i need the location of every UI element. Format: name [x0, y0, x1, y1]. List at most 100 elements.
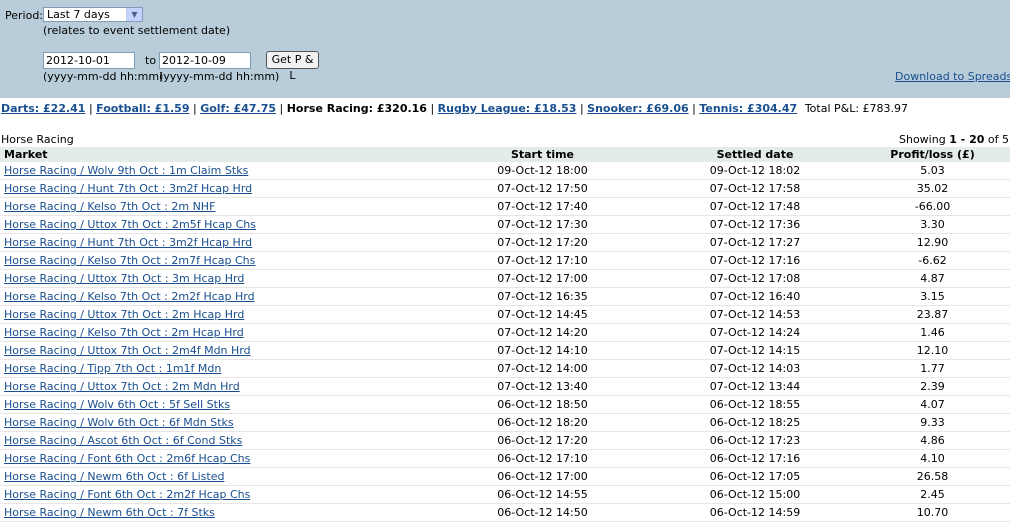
market-link[interactable]: Horse Racing / Uttox 7th Oct : 3m Hcap H… — [4, 272, 244, 285]
cell-start-time: 06-Oct-12 14:55 — [430, 485, 655, 504]
cell-settled-date: 06-Oct-12 15:00 — [655, 485, 855, 504]
sport-link-snooker[interactable]: Snooker: £69.06 — [587, 102, 688, 115]
market-link[interactable]: Horse Racing / Kelso 7th Oct : 2m Hcap H… — [4, 326, 244, 339]
market-link[interactable]: Horse Racing / Ascot 6th Oct : 6f Cond S… — [4, 434, 242, 447]
market-link[interactable]: Horse Racing / Tipp 7th Oct : 1m1f Mdn — [4, 362, 221, 375]
sport-link-football[interactable]: Football: £1.59 — [96, 102, 189, 115]
market-link[interactable]: Horse Racing / Font 6th Oct : 2m6f Hcap … — [4, 452, 250, 465]
from-date-input[interactable]: 2012-10-01 23:00 — [43, 52, 135, 69]
filter-panel: Period: Last 7 days ▼ (relates to event … — [0, 0, 1010, 98]
sport-link-rugby-league[interactable]: Rugby League: £18.53 — [438, 102, 577, 115]
from-date-hint: (yyyy-mm-dd hh:mm) — [43, 70, 164, 83]
to-date-hint: (yyyy-mm-dd hh:mm) — [159, 70, 280, 83]
cell-profit-loss: 12.10 — [855, 341, 1010, 360]
cell-settled-date: 07-Oct-12 17:27 — [655, 233, 855, 252]
cell-start-time: 07-Oct-12 14:20 — [430, 323, 655, 342]
market-link[interactable]: Horse Racing / Kelso 7th Oct : 2m2f Hcap… — [4, 290, 255, 303]
period-select[interactable]: Last 7 days ▼ — [43, 7, 143, 22]
market-link[interactable]: Horse Racing / Kelso 7th Oct : 2m7f Hcap… — [4, 254, 255, 267]
cell-profit-loss: 5.03 — [855, 162, 1010, 180]
to-date-input[interactable]: 2012-10-09 18:23 — [159, 52, 251, 69]
cell-start-time: 07-Oct-12 17:50 — [430, 179, 655, 198]
period-note: (relates to event settlement date) — [43, 24, 231, 37]
market-link[interactable]: Horse Racing / Font 6th Oct : 2m2f Hcap … — [4, 488, 250, 501]
cell-settled-date: 06-Oct-12 14:59 — [655, 503, 855, 522]
cell-market-link: Horse Racing / Newm 6th Oct : 7f Stks — [0, 503, 430, 522]
market-link[interactable]: Horse Racing / Uttox 7th Oct : 2m Mdn Hr… — [4, 380, 240, 393]
cell-profit-loss: 35.02 — [855, 179, 1010, 198]
column-header-settled-date[interactable]: Settled date — [655, 147, 855, 162]
cell-start-time: 09-Oct-12 18:00 — [430, 162, 655, 180]
cell-market-link: Horse Racing / Uttox 7th Oct : 2m Hcap H… — [0, 305, 430, 324]
cell-profit-loss: -6.62 — [855, 251, 1010, 270]
cell-start-time: 07-Oct-12 17:10 — [430, 251, 655, 270]
market-link[interactable]: Horse Racing / Hunt 7th Oct : 3m2f Hcap … — [4, 182, 252, 195]
cell-start-time: 07-Oct-12 17:30 — [430, 215, 655, 234]
cell-market-link: Horse Racing / Kelso 7th Oct : 2m2f Hcap… — [0, 287, 430, 306]
download-spreadsheet-link[interactable]: Download to Spreadshe — [895, 70, 1010, 83]
market-link[interactable]: Horse Racing / Newm 6th Oct : 6f Listed — [4, 470, 224, 483]
sport-link-darts[interactable]: Darts: £22.41 — [1, 102, 85, 115]
cell-market-link: Horse Racing / Ascot 6th Oct : 6f Cond S… — [0, 431, 430, 450]
cell-start-time: 06-Oct-12 18:20 — [430, 413, 655, 432]
table-row: Horse Racing / Font 6th Oct : 2m6f Hcap … — [0, 449, 1010, 468]
chevron-down-icon[interactable]: ▼ — [126, 8, 142, 21]
cell-start-time: 06-Oct-12 17:00 — [430, 467, 655, 486]
showing-range: 1 - 20 — [949, 133, 985, 146]
market-link[interactable]: Horse Racing / Wolv 6th Oct : 5f Sell St… — [4, 398, 230, 411]
cell-market-link: Horse Racing / Newm 6th Oct : 6f Listed — [0, 467, 430, 486]
cell-profit-loss: 23.87 — [855, 305, 1010, 324]
cell-settled-date: 07-Oct-12 17:36 — [655, 215, 855, 234]
column-header-profit-loss[interactable]: Profit/loss (£) — [855, 147, 1010, 162]
cell-market-link: Horse Racing / Uttox 7th Oct : 2m4f Mdn … — [0, 341, 430, 360]
cell-profit-loss: 1.77 — [855, 359, 1010, 378]
cell-settled-date: 07-Oct-12 14:53 — [655, 305, 855, 324]
sport-totals-bar: Darts: £22.41 | Football: £1.59 | Golf: … — [1, 102, 909, 115]
cell-settled-date: 07-Oct-12 14:15 — [655, 341, 855, 360]
cell-profit-loss: 2.39 — [855, 377, 1010, 396]
cell-market-link: Horse Racing / Uttox 7th Oct : 2m5f Hcap… — [0, 215, 430, 234]
cell-settled-date: 07-Oct-12 13:44 — [655, 377, 855, 396]
cell-profit-loss: 3.30 — [855, 215, 1010, 234]
table-row: Horse Racing / Uttox 7th Oct : 3m Hcap H… — [0, 269, 1010, 288]
table-row: Horse Racing / Wolv 6th Oct : 6f Mdn Stk… — [0, 413, 1010, 432]
market-link[interactable]: Horse Racing / Uttox 7th Oct : 2m4f Mdn … — [4, 344, 251, 357]
table-row: Horse Racing / Uttox 7th Oct : 2m4f Mdn … — [0, 341, 1010, 360]
showing-prefix: Showing — [899, 133, 950, 146]
column-header-start-time[interactable]: Start time — [430, 147, 655, 162]
cell-profit-loss: 9.33 — [855, 413, 1010, 432]
pagination-info: Showing 1 - 20 of 51 m — [899, 133, 1010, 146]
sport-link-tennis[interactable]: Tennis: £304.47 — [699, 102, 797, 115]
cell-market-link: Horse Racing / Wolv 9th Oct : 1m Claim S… — [0, 162, 430, 180]
cell-market-link: Horse Racing / Font 6th Oct : 2m2f Hcap … — [0, 485, 430, 504]
cell-settled-date: 06-Oct-12 18:25 — [655, 413, 855, 432]
cell-settled-date: 07-Oct-12 17:58 — [655, 179, 855, 198]
cell-profit-loss: 10.70 — [855, 503, 1010, 522]
sport-link-golf[interactable]: Golf: £47.75 — [200, 102, 276, 115]
market-link[interactable]: Horse Racing / Wolv 6th Oct : 6f Mdn Stk… — [4, 416, 234, 429]
table-row: Horse Racing / Uttox 7th Oct : 2m Mdn Hr… — [0, 377, 1010, 396]
cell-start-time: 07-Oct-12 17:20 — [430, 233, 655, 252]
table-row: Horse Racing / Tipp 7th Oct : 1m1f Mdn 07… — [0, 359, 1010, 378]
table-row: Horse Racing / Uttox 7th Oct : 2m5f Hcap… — [0, 215, 1010, 234]
cell-profit-loss: 4.86 — [855, 431, 1010, 450]
section-title: Horse Racing — [1, 133, 74, 146]
market-link[interactable]: Horse Racing / Wolv 9th Oct : 1m Claim S… — [4, 164, 248, 177]
market-link[interactable]: Horse Racing / Kelso 7th Oct : 2m NHF — [4, 200, 215, 213]
column-header-market[interactable]: Market — [0, 147, 430, 162]
table-header-row: Market Start time Settled date Profit/lo… — [0, 147, 1010, 162]
cell-start-time: 06-Oct-12 17:10 — [430, 449, 655, 468]
table-row: Horse Racing / Newm 6th Oct : 7f Stks 06-… — [0, 503, 1010, 522]
cell-settled-date: 07-Oct-12 14:03 — [655, 359, 855, 378]
market-link[interactable]: Horse Racing / Hunt 7th Oct : 3m2f Hcap … — [4, 236, 252, 249]
cell-settled-date: 07-Oct-12 17:48 — [655, 197, 855, 216]
get-pl-button[interactable]: Get P & L — [266, 51, 319, 82]
market-link[interactable]: Horse Racing / Uttox 7th Oct : 2m Hcap H… — [4, 308, 244, 321]
table-row: Horse Racing / Uttox 7th Oct : 2m Hcap H… — [0, 305, 1010, 324]
cell-profit-loss: -66.00 — [855, 197, 1010, 216]
showing-suffix: of 51 m — [987, 133, 1010, 146]
cell-settled-date: 07-Oct-12 14:24 — [655, 323, 855, 342]
cell-market-link: Horse Racing / Uttox 7th Oct : 3m Hcap H… — [0, 269, 430, 288]
market-link[interactable]: Horse Racing / Newm 6th Oct : 7f Stks — [4, 506, 215, 519]
market-link[interactable]: Horse Racing / Uttox 7th Oct : 2m5f Hcap… — [4, 218, 256, 231]
